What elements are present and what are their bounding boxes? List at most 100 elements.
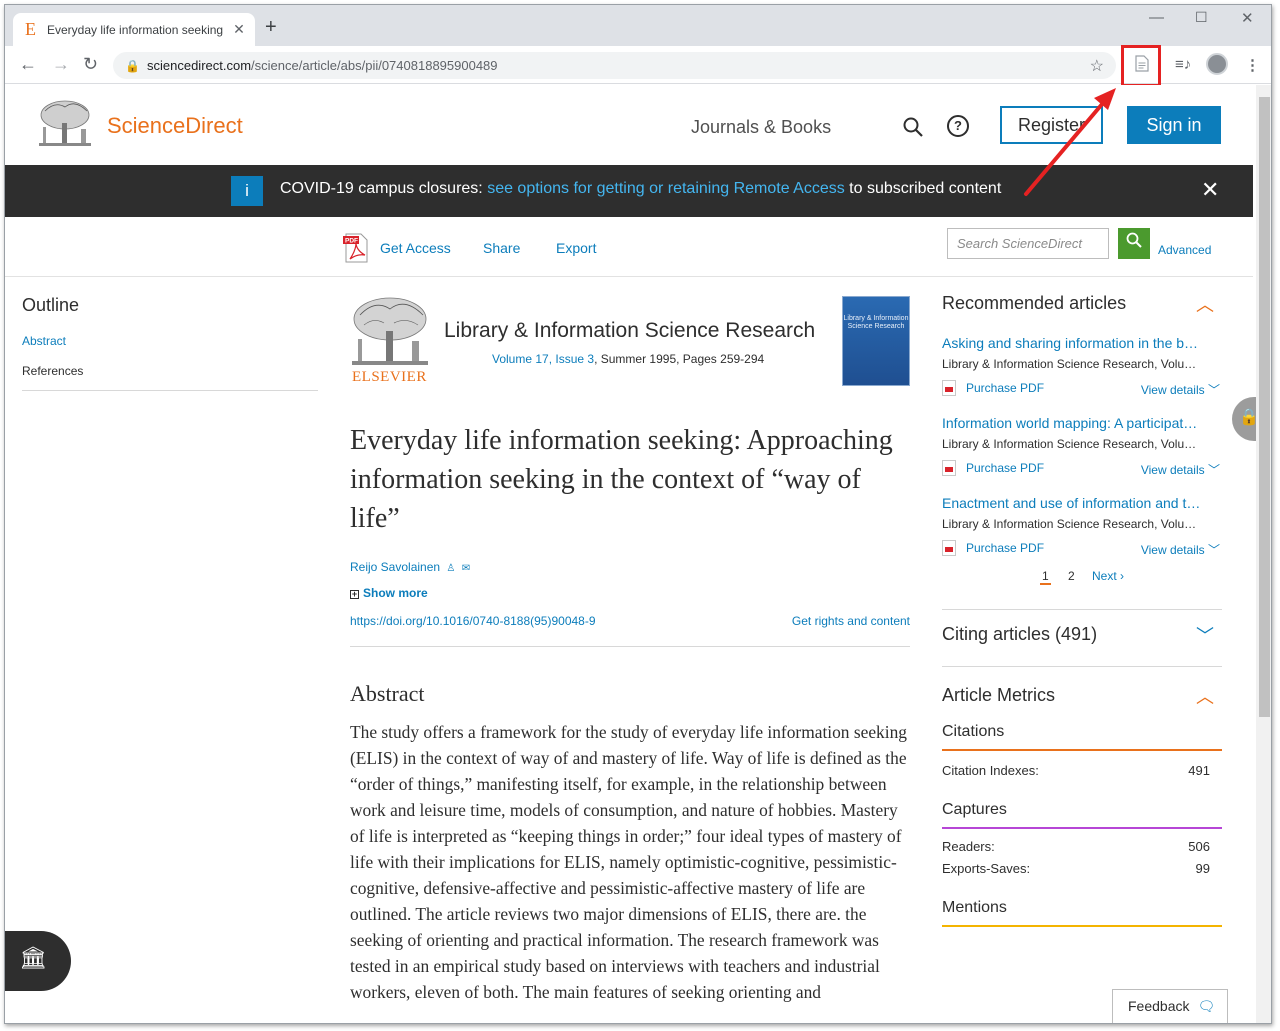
get-access-link[interactable]: Get Access [380, 240, 451, 256]
recommended-title-link[interactable]: Enactment and use of information and t… [942, 495, 1222, 511]
address-bar[interactable]: 🔒 sciencedirect.com/science/article/abs/… [113, 52, 1116, 79]
recommended-pagination: 1 2 Next › [942, 569, 1222, 593]
outline-heading: Outline [22, 295, 80, 315]
search-icon[interactable] [903, 117, 923, 142]
purchase-pdf-link[interactable]: Purchase PDF [966, 541, 1044, 555]
view-details-link[interactable]: View details ﹀ [1141, 381, 1220, 398]
chevron-down-icon: ﹀ [1207, 543, 1220, 557]
exports-saves-row: Exports-Saves: 99 [942, 861, 1210, 876]
outline-item-abstract[interactable]: Abstract [22, 334, 318, 348]
journal-cover-image[interactable]: Library & Information Science Research [842, 296, 910, 386]
doi-row: https://doi.org/10.1016/0740-8188(95)900… [350, 614, 910, 632]
recommended-item: Enactment and use of information and t… … [942, 495, 1222, 563]
view-details-link[interactable]: View details ﹀ [1141, 541, 1220, 558]
view-details-link[interactable]: View details ﹀ [1141, 461, 1220, 478]
recommended-item: Information world mapping: A participat…… [942, 415, 1222, 483]
new-tab-icon[interactable]: + [265, 17, 277, 37]
recommended-journal: Library & Information Science Research, … [942, 357, 1197, 371]
next-page-link[interactable]: Next › [1092, 569, 1124, 583]
window-close-icon[interactable]: ✕ [1241, 9, 1254, 27]
article-metrics-heading[interactable]: Article Metrics ︿ [942, 685, 1222, 715]
journals-books-link[interactable]: Journals & Books [691, 117, 831, 138]
lock-icon: 🔒 [125, 58, 140, 73]
remote-access-link[interactable]: see options for getting or retaining Rem… [487, 180, 845, 197]
recommended-title-link[interactable]: Information world mapping: A participat… [942, 415, 1222, 431]
browser-menu-icon[interactable]: ⋮ [1245, 56, 1260, 74]
recommended-title-link[interactable]: Asking and sharing information in the b… [942, 335, 1222, 351]
bookmark-star-icon[interactable]: ☆ [1090, 56, 1104, 76]
annotation-highlight-box [1121, 45, 1161, 87]
pdf-icon[interactable]: PDF [343, 233, 369, 263]
search-submit-button[interactable] [1118, 228, 1150, 259]
register-button[interactable]: Register [1000, 106, 1103, 144]
elsevier-favicon-icon: E [25, 19, 36, 39]
tab-close-icon[interactable]: ✕ [231, 21, 247, 38]
author-link[interactable]: Reijo Savolainen [350, 560, 440, 574]
page-1[interactable]: 1 [1039, 569, 1051, 585]
search-icon [1126, 232, 1142, 248]
recommended-journal: Library & Information Science Research, … [942, 437, 1197, 451]
chat-bubble-icon: 🗨 [1197, 998, 1216, 1014]
tab-active[interactable]: E Everyday life information seeking ✕ [13, 13, 255, 46]
recommended-actions: Purchase PDF View details ﹀ [942, 380, 1222, 403]
back-icon[interactable]: ← [19, 54, 37, 74]
maximize-icon[interactable]: ☐ [1195, 9, 1208, 26]
chevron-down-icon[interactable]: ﹀ [1196, 622, 1214, 648]
media-controls-icon[interactable]: ≡♪ [1175, 56, 1191, 73]
forward-icon[interactable]: → [52, 54, 70, 74]
pdf-icon [942, 460, 956, 476]
outline-item-references[interactable]: References [22, 364, 318, 378]
page-scrollbar[interactable] [1256, 85, 1271, 1023]
tab-bar: E Everyday life information seeking ✕ + … [5, 5, 1271, 46]
recommended-journal: Library & Information Science Research, … [942, 517, 1197, 531]
purchase-pdf-link[interactable]: Purchase PDF [966, 381, 1044, 395]
profile-avatar[interactable] [1206, 53, 1228, 75]
page-2[interactable]: 2 [1068, 569, 1075, 583]
volume-issue-link[interactable]: Volume 17, Issue 3 [492, 352, 594, 366]
elsevier-wordmark: ELSEVIER [352, 369, 427, 385]
sidebar-divider [942, 666, 1222, 667]
article-divider [350, 646, 910, 647]
recommended-actions: Purchase PDF View details ﹀ [942, 540, 1222, 563]
elsevier-tree-logo[interactable] [37, 99, 93, 149]
abstract-text: The study offers a framework for the stu… [350, 722, 907, 1002]
chevron-up-icon[interactable]: ︿ [1196, 291, 1214, 317]
scrollbar-thumb[interactable] [1259, 97, 1270, 717]
banner-close-icon[interactable]: ✕ [1201, 177, 1219, 203]
purchase-pdf-link[interactable]: Purchase PDF [966, 461, 1044, 475]
reload-icon[interactable]: ↻ [83, 54, 98, 74]
search-sciencedirect-input[interactable]: Search ScienceDirect [947, 228, 1109, 259]
library-search-icon[interactable]: 🏛 [5, 931, 71, 991]
sign-in-button[interactable]: Sign in [1127, 106, 1221, 144]
outline-panel: Outline Abstract References [22, 295, 318, 391]
site-header: ScienceDirect Journals & Books ? Registe… [5, 85, 1253, 165]
article-toolbar: PDF Get Access Share Export Search Scien… [5, 217, 1253, 277]
email-icon[interactable]: ✉ [462, 563, 470, 574]
journal-header: ELSEVIER Library & Information Science R… [350, 293, 910, 393]
citing-articles-heading[interactable]: Citing articles (491) ﹀ [942, 624, 1222, 654]
help-icon[interactable]: ? [947, 115, 969, 137]
author-line: Reijo Savolainen ♙ ✉ [350, 560, 910, 574]
feedback-button[interactable]: Feedback 🗨 [1112, 989, 1228, 1023]
covid-banner: i COVID-19 campus closures: see options … [5, 165, 1253, 217]
person-icon: ♙ [446, 563, 456, 574]
advanced-search-link[interactable]: Advanced [1158, 243, 1211, 257]
minimize-icon[interactable]: — [1149, 9, 1164, 26]
journal-title[interactable]: Library & Information Science Research [444, 319, 815, 343]
show-more-toggle[interactable]: + Show more [350, 586, 910, 600]
rights-link[interactable]: Get rights and content [792, 614, 910, 628]
export-link[interactable]: Export [556, 240, 596, 256]
recommended-heading[interactable]: Recommended articles ︿ [942, 293, 1222, 323]
covid-message: COVID-19 campus closures: see options fo… [280, 180, 1002, 197]
chevron-down-icon: ﹀ [1207, 383, 1220, 397]
elsevier-tree-logo[interactable] [350, 295, 430, 367]
outline-divider [22, 390, 318, 391]
citations-heading: Citations [942, 723, 1222, 751]
sciencedirect-brand[interactable]: ScienceDirect [107, 113, 243, 139]
journal-volume: Volume 17, Issue 3, Summer 1995, Pages 2… [492, 352, 765, 366]
recommended-actions: Purchase PDF View details ﹀ [942, 460, 1222, 483]
doi-link[interactable]: https://doi.org/10.1016/0740-8188(95)900… [350, 614, 596, 628]
browser-toolbar: ← → ↻ 🔒 sciencedirect.com/science/articl… [5, 46, 1271, 84]
share-link[interactable]: Share [483, 240, 520, 256]
chevron-up-icon[interactable]: ︿ [1196, 683, 1214, 709]
